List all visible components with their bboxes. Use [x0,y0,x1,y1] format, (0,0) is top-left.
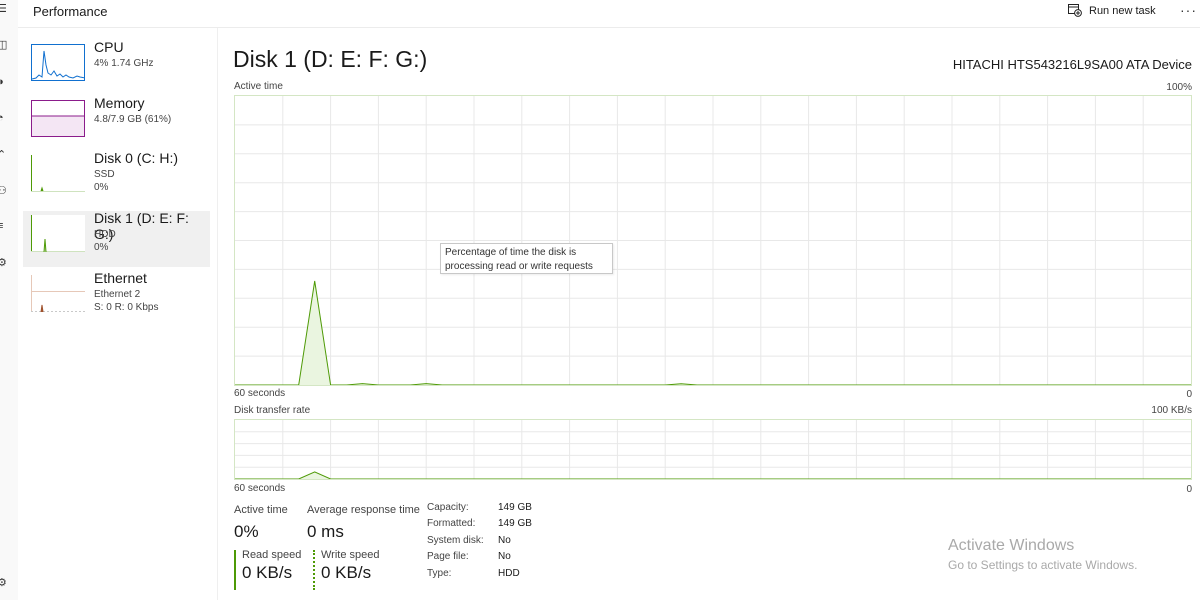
active-time-tooltip: Percentage of time the disk is processin… [440,243,613,274]
transfer-rate-graph [234,419,1192,480]
run-new-task-button[interactable]: Run new task [1068,4,1156,17]
transfer-rate-duration-label: 60 seconds [234,483,286,494]
disk1-sparkline [31,215,85,252]
sidebar-item-usage: S: 0 R: 0 Kbps [94,302,159,313]
users-nav-icon[interactable]: ⚇ [0,184,7,197]
services-nav-icon[interactable]: ⚙ [0,256,7,269]
sidebar-item-label: CPU [94,39,124,55]
sidebar-item-memory[interactable]: Memory 4.8/7.9 GB (61%) [23,95,210,152]
transfer-rate-chart [235,420,1191,479]
write-speed-label: Write speed [321,549,380,561]
sidebar-item-detail: 4% 1.74 GHz [94,58,154,69]
property-key: Capacity: [427,502,469,513]
details-nav-icon[interactable]: ≡ [0,220,3,232]
sidebar-item-ethernet[interactable]: Ethernet Ethernet 2 S: 0 R: 0 Kbps [23,270,210,327]
performance-nav-icon[interactable]: ◑ [0,76,4,88]
avg-response-stat-label: Average response time [307,504,420,516]
property-value: No [498,534,511,546]
sidebar-item-usage: 0% [94,242,109,253]
device-name: HITACHI HTS543216L9SA00 ATA Device [952,57,1192,72]
read-speed-stat: Read speed 0 KB/s [234,549,302,590]
sidebar-item-disk-0[interactable]: Disk 0 (C: H:) SSD 0% [23,150,210,207]
read-speed-label: Read speed [242,549,302,561]
sidebar-item-label: Disk 0 (C: H:) [94,150,178,166]
property-value: HDD [498,567,520,579]
sidebar-item-detail: 4.8/7.9 GB (61%) [94,114,172,125]
startup-nav-icon[interactable]: ⌃ [0,148,6,161]
property-value: 149 GB [498,502,532,513]
property-value: 149 GB [498,518,532,530]
sidebar-item-label: Memory [94,95,145,111]
ethernet-sparkline [31,275,85,312]
transfer-rate-min-label: 0 [1186,484,1192,495]
disk0-sparkline [31,155,85,192]
watermark-title: Activate Windows [948,537,1075,554]
activate-windows-watermark: Activate Windows Go to Settings to activ… [948,537,1137,572]
property-key: Type: [427,567,452,579]
sidebar-item-detail: Ethernet 2 [94,289,141,300]
active-time-graph-label: Active time [234,81,283,92]
active-time-min-label: 0 [1186,389,1192,400]
active-time-chart [235,96,1191,385]
tooltip-line: Percentage of time the disk is [445,247,577,258]
run-task-icon [1068,4,1082,17]
performance-sidebar: CPU 4% 1.74 GHz Memory 4.8/7.9 GB (61%) … [18,28,218,600]
property-key: System disk: [427,534,484,546]
sidebar-item-cpu[interactable]: CPU 4% 1.74 GHz [23,39,210,96]
sidebar-item-usage: 0% [94,182,109,193]
write-speed-value: 0 KB/s [321,563,372,582]
navigation-strip: ☰ ◫ ◑ ◔ ⌃ ⚇ ≡ ⚙ ⚙ [0,0,18,600]
property-key: Page file: [427,551,469,563]
active-time-graph [234,95,1192,386]
disk-detail-panel: Disk 1 (D: E: F: G:) HITACHI HTS543216L9… [218,28,1200,600]
property-key: Formatted: [427,518,476,530]
read-speed-value: 0 KB/s [242,563,293,582]
active-time-stat-label: Active time [234,504,288,516]
app-history-nav-icon[interactable]: ◔ [0,112,4,124]
transfer-rate-max-label: 100 KB/s [1151,405,1192,416]
memory-sparkline [31,100,85,137]
sidebar-item-label: Ethernet [94,270,147,286]
page-title: Performance [33,4,108,19]
active-time-max-label: 100% [1166,82,1192,93]
sidebar-item-detail: SSD [94,169,115,180]
sidebar-item-disk-1[interactable]: Disk 1 (D: E: F: G:) HDD 0% [23,210,210,267]
watermark-subtitle: Go to Settings to activate Windows. [948,558,1138,572]
property-value: No [498,551,511,563]
active-time-stat-value: 0% [234,522,259,541]
cpu-sparkline [31,44,85,81]
menu-icon[interactable]: ☰ [0,2,7,15]
settings-nav-icon[interactable]: ⚙ [0,576,7,589]
more-options-icon[interactable]: ··· [1180,2,1197,18]
write-speed-stat: Write speed 0 KB/s [313,549,380,590]
run-new-task-label: Run new task [1089,4,1156,17]
transfer-rate-graph-label: Disk transfer rate [234,405,311,416]
processes-nav-icon[interactable]: ◫ [0,38,7,51]
avg-response-stat-value: 0 ms [307,522,344,541]
tooltip-line: processing read or write requests [445,261,593,272]
disk-title: Disk 1 (D: E: F: G:) [233,46,428,72]
active-time-duration-label: 60 seconds [234,388,286,399]
sidebar-item-detail: HDD [94,229,116,240]
top-bar: Performance Run new task ··· [18,0,1200,28]
